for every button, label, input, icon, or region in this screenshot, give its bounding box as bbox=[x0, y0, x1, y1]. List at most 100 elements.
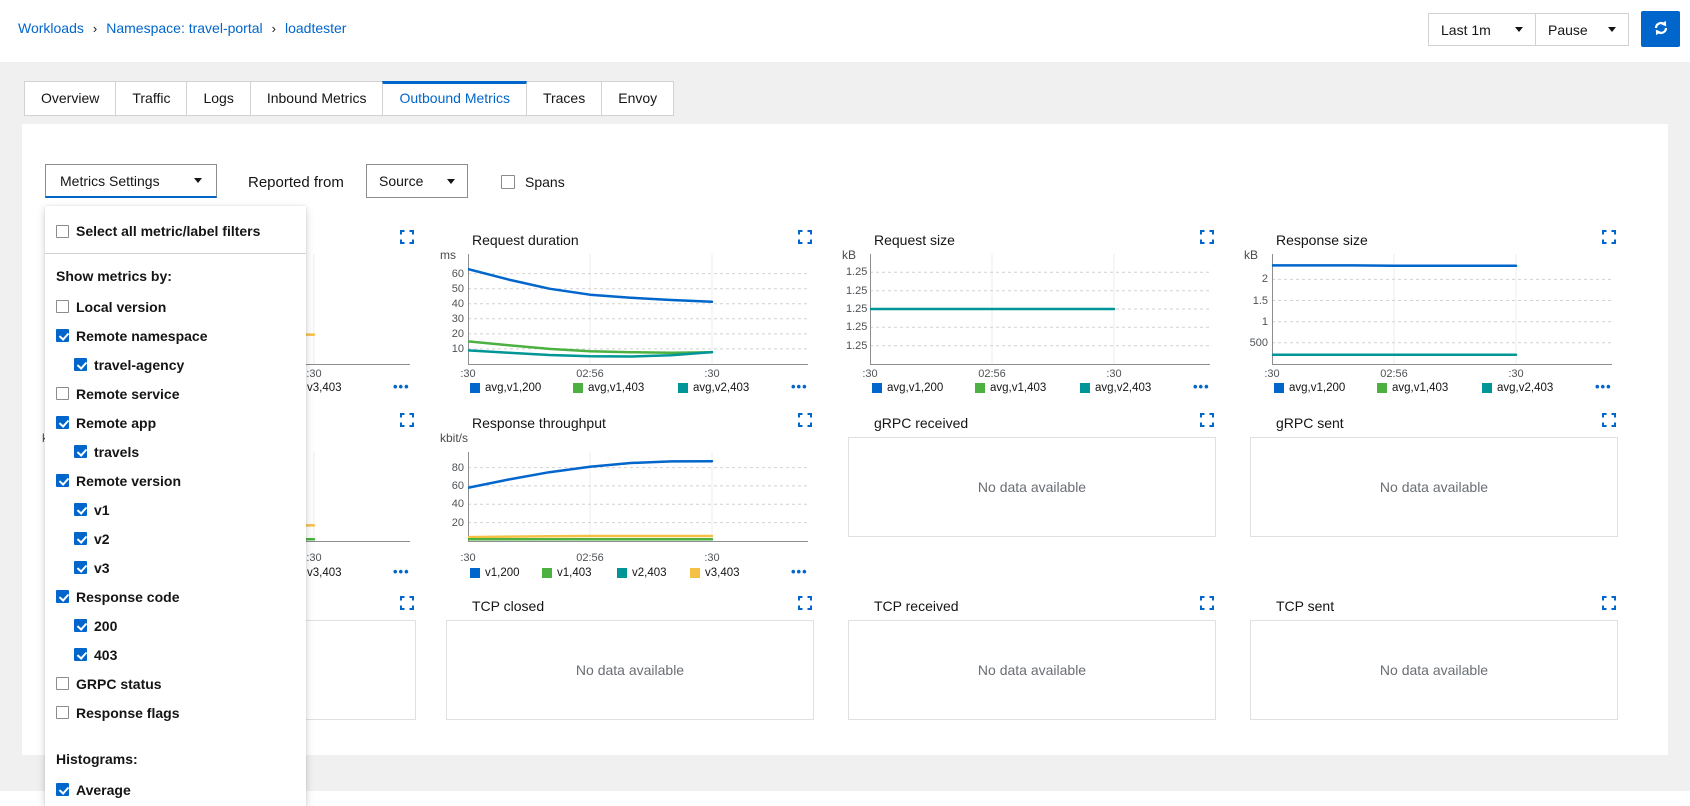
legend-item[interactable]: avg,v1,200 bbox=[1274, 382, 1345, 394]
legend-item[interactable]: avg,v2,403 bbox=[678, 382, 749, 394]
checkbox[interactable] bbox=[74, 619, 87, 632]
menu-item-v2[interactable]: v2 bbox=[45, 524, 306, 553]
tab-logs[interactable]: Logs bbox=[186, 81, 250, 116]
breadcrumb-link[interactable]: Namespace: travel-portal bbox=[106, 20, 262, 36]
metrics-settings-toggle[interactable]: Metrics Settings bbox=[45, 164, 217, 198]
checkbox[interactable] bbox=[56, 225, 69, 238]
menu-item-403[interactable]: 403 bbox=[45, 640, 306, 669]
legend-item[interactable]: avg,v2,403 bbox=[1482, 382, 1553, 394]
legend-item[interactable]: v1,403 bbox=[542, 567, 592, 579]
checkbox[interactable] bbox=[56, 300, 69, 313]
menu-item-200[interactable]: 200 bbox=[45, 611, 306, 640]
menu-item-local-version[interactable]: Local version bbox=[45, 292, 306, 321]
chart-grpc-sent: gRPC sentNo data available bbox=[1248, 411, 1620, 587]
legend-item[interactable]: v2,403 bbox=[617, 567, 667, 579]
menu-item-remote-app[interactable]: Remote app bbox=[45, 408, 306, 437]
chart-kebab-menu[interactable]: ••• bbox=[393, 564, 410, 579]
expand-icon[interactable] bbox=[1200, 413, 1214, 427]
checkbox[interactable] bbox=[56, 329, 69, 342]
tab-envoy[interactable]: Envoy bbox=[601, 81, 674, 116]
breadcrumb-separator: › bbox=[272, 21, 276, 36]
menu-item-remote-version[interactable]: Remote version bbox=[45, 466, 306, 495]
expand-icon[interactable] bbox=[1602, 230, 1616, 244]
tab-traffic[interactable]: Traffic bbox=[115, 81, 187, 116]
menu-item-select-all-metric-label-filters[interactable]: Select all metric/label filters bbox=[45, 215, 306, 247]
legend-item[interactable]: avg,v2,403 bbox=[1080, 382, 1151, 394]
breadcrumb-link[interactable]: loadtester bbox=[285, 20, 346, 36]
menu-item-grpc-status[interactable]: GRPC status bbox=[45, 669, 306, 698]
chart-kebab-menu[interactable]: ••• bbox=[791, 379, 808, 394]
menu-item-travel-agency[interactable]: travel-agency bbox=[45, 350, 306, 379]
menu-item-response-code[interactable]: Response code bbox=[45, 582, 306, 611]
expand-icon[interactable] bbox=[400, 230, 414, 244]
legend-item[interactable]: avg,v1,403 bbox=[573, 382, 644, 394]
x-axis-tick-label: 02:56 bbox=[576, 552, 604, 564]
legend-item[interactable]: v1,200 bbox=[470, 567, 520, 579]
legend-label: avg,v1,200 bbox=[1289, 382, 1345, 394]
x-axis-tick-label: 02:56 bbox=[1380, 368, 1408, 380]
refresh-button[interactable] bbox=[1641, 11, 1680, 47]
checkbox[interactable] bbox=[74, 358, 87, 371]
checkbox[interactable] bbox=[56, 706, 69, 719]
chart-kebab-menu[interactable]: ••• bbox=[1193, 379, 1210, 394]
checkbox[interactable] bbox=[74, 561, 87, 574]
spans-checkbox-row[interactable]: Spans bbox=[501, 174, 565, 190]
checkbox[interactable] bbox=[56, 783, 69, 796]
chart-kebab-menu[interactable]: ••• bbox=[393, 379, 410, 394]
tab-inbound-metrics[interactable]: Inbound Metrics bbox=[250, 81, 384, 116]
reported-from-select[interactable]: Source bbox=[366, 164, 468, 198]
expand-icon[interactable] bbox=[1602, 596, 1616, 610]
expand-icon[interactable] bbox=[400, 596, 414, 610]
duration-select[interactable]: Last 1m bbox=[1428, 13, 1536, 46]
legend-item[interactable]: avg,v1,200 bbox=[470, 382, 541, 394]
spans-checkbox[interactable] bbox=[501, 175, 515, 189]
legend-swatch bbox=[690, 568, 700, 578]
expand-icon[interactable] bbox=[1200, 230, 1214, 244]
tab-outbound-metrics[interactable]: Outbound Metrics bbox=[382, 81, 527, 116]
expand-icon[interactable] bbox=[1602, 413, 1616, 427]
legend-item[interactable]: avg,v1,200 bbox=[872, 382, 943, 394]
pause-select[interactable]: Pause bbox=[1535, 13, 1629, 46]
menu-item-response-flags[interactable]: Response flags bbox=[45, 698, 306, 727]
menu-item-v1[interactable]: v1 bbox=[45, 495, 306, 524]
menu-item-histogram-average[interactable]: Average bbox=[45, 775, 306, 804]
checkbox[interactable] bbox=[74, 532, 87, 545]
legend-label: v2,403 bbox=[632, 567, 667, 579]
menu-item-travels[interactable]: travels bbox=[45, 437, 306, 466]
legend-swatch bbox=[872, 383, 882, 393]
menu-item-v3[interactable]: v3 bbox=[45, 553, 306, 582]
breadcrumb-link[interactable]: Workloads bbox=[18, 20, 84, 36]
checkbox[interactable] bbox=[56, 387, 69, 400]
legend-item[interactable]: v3,403 bbox=[690, 567, 740, 579]
y-axis-tick-label: 20 bbox=[444, 328, 464, 340]
expand-icon[interactable] bbox=[798, 413, 812, 427]
chart-title: gRPC received bbox=[874, 415, 968, 431]
expand-icon[interactable] bbox=[798, 230, 812, 244]
checkbox[interactable] bbox=[56, 474, 69, 487]
legend-item[interactable]: avg,v1,403 bbox=[1377, 382, 1448, 394]
menu-item-label: 403 bbox=[94, 647, 117, 663]
chart-kebab-menu[interactable]: ••• bbox=[791, 564, 808, 579]
legend-label: avg,v2,403 bbox=[693, 382, 749, 394]
expand-icon[interactable] bbox=[1200, 596, 1214, 610]
checkbox[interactable] bbox=[56, 677, 69, 690]
checkbox[interactable] bbox=[74, 445, 87, 458]
chart-kebab-menu[interactable]: ••• bbox=[1595, 379, 1612, 394]
legend-label: avg,v1,200 bbox=[485, 382, 541, 394]
checkbox[interactable] bbox=[74, 503, 87, 516]
pause-select-value: Pause bbox=[1548, 22, 1588, 38]
checkbox[interactable] bbox=[74, 648, 87, 661]
legend-label: v1,403 bbox=[557, 567, 592, 579]
checkbox[interactable] bbox=[56, 416, 69, 429]
expand-icon[interactable] bbox=[798, 596, 812, 610]
x-axis-tick-label: :30 bbox=[306, 552, 321, 564]
checkbox[interactable] bbox=[56, 590, 69, 603]
axis-unit-label: kB bbox=[1244, 248, 1258, 262]
menu-item-remote-namespace[interactable]: Remote namespace bbox=[45, 321, 306, 350]
legend-item[interactable]: avg,v1,403 bbox=[975, 382, 1046, 394]
tab-traces[interactable]: Traces bbox=[526, 81, 602, 116]
tab-overview[interactable]: Overview bbox=[24, 81, 116, 116]
expand-icon[interactable] bbox=[400, 413, 414, 427]
menu-item-remote-service[interactable]: Remote service bbox=[45, 379, 306, 408]
no-data-box: No data available bbox=[848, 620, 1216, 720]
